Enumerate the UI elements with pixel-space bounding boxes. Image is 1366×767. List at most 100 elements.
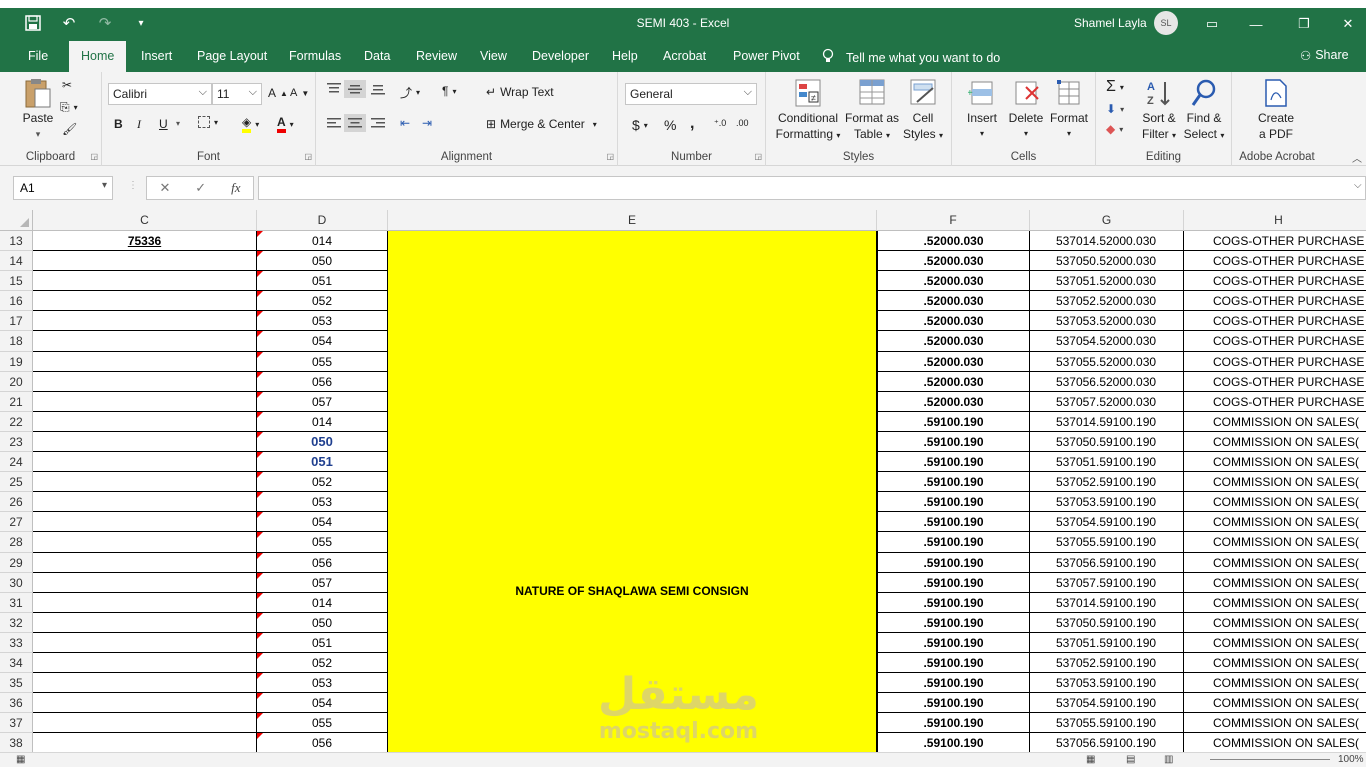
cell-f[interactable]: .59100.190 [877,492,1030,513]
row-header[interactable]: 28 [0,532,33,553]
cell-g[interactable]: 537056.52000.030 [1029,371,1184,392]
page-break-view-icon[interactable]: ▥ [1164,754,1173,765]
cell-d[interactable]: 014 [256,592,388,613]
row-header[interactable]: 36 [0,693,33,714]
tab-file[interactable]: File [28,49,48,63]
cell-d[interactable]: 055 [256,713,388,734]
row-header[interactable]: 22 [0,411,33,432]
format-cells-button[interactable]: Format ▾ [1046,78,1092,142]
cell-h[interactable]: COGS-OTHER PURCHASE [1183,251,1366,272]
name-box[interactable]: A1 ▾ [13,176,113,200]
cell-d[interactable]: 055 [256,351,388,372]
fill-color-icon[interactable]: ◈ ▾ [242,115,259,133]
cell-c[interactable] [33,251,257,272]
macro-record-icon[interactable]: ▦ [16,754,25,765]
decrease-decimal-icon[interactable]: .00 [736,118,749,128]
align-right-icon[interactable] [370,116,386,130]
cell-f[interactable]: .59100.190 [877,552,1030,573]
cell-d[interactable]: 053 [256,311,388,332]
cell-c[interactable] [33,331,257,352]
cell-h[interactable]: COMMISSION ON SALES( [1183,492,1366,513]
share-button[interactable]: ⚇ Share [1300,48,1349,63]
cell-f[interactable]: .59100.190 [877,572,1030,593]
cell-g[interactable]: 537054.59100.190 [1029,512,1184,533]
expand-formula-bar-icon[interactable]: ⌵ [1354,180,1362,191]
column-header-d[interactable]: D [257,210,388,231]
page-layout-view-icon[interactable]: ▤ [1126,754,1135,765]
row-header[interactable]: 24 [0,452,33,473]
tab-page-layout[interactable]: Page Layout [197,49,267,63]
increase-indent-icon[interactable]: ⇥ [422,116,432,130]
decrease-indent-icon[interactable]: ⇤ [400,116,410,130]
cell-c[interactable] [33,572,257,593]
cell-f[interactable]: .59100.190 [877,713,1030,734]
cell-c[interactable] [33,733,257,752]
cell-g[interactable]: 537014.52000.030 [1029,231,1184,252]
delete-cells-button[interactable]: Delete ▾ [1004,78,1048,142]
cell-d[interactable]: 053 [256,492,388,513]
number-format-select[interactable]: General ⌵ [625,83,757,105]
cell-h[interactable]: COMMISSION ON SALES( [1183,512,1366,533]
cell-g[interactable]: 537057.52000.030 [1029,391,1184,412]
cell-d[interactable]: 057 [256,391,388,412]
user-avatar[interactable]: SL [1154,11,1178,35]
fill-icon[interactable]: ⬇ ▾ [1106,102,1124,116]
cell-d[interactable]: 056 [256,552,388,573]
column-header-g[interactable]: G [1030,210,1184,231]
cell-f[interactable]: .59100.190 [877,431,1030,453]
cell-g[interactable]: 537052.59100.190 [1029,472,1184,493]
cell-g[interactable]: 537055.52000.030 [1029,351,1184,372]
cell-g[interactable]: 537051.52000.030 [1029,271,1184,292]
row-header[interactable]: 17 [0,311,33,332]
formula-input[interactable] [258,176,1366,200]
cell-d[interactable]: 052 [256,472,388,493]
create-pdf-button[interactable]: Create a PDF [1246,78,1306,142]
restore-icon[interactable]: ❐ [1292,12,1316,36]
font-launcher-icon[interactable]: ◲ [304,152,312,161]
ribbon-display-options-icon[interactable]: ▭ [1200,12,1224,36]
tab-formulas[interactable]: Formulas [289,49,341,63]
row-header[interactable]: 38 [0,733,33,752]
cell-f[interactable]: .59100.190 [877,612,1030,633]
row-header[interactable]: 16 [0,291,33,312]
row-header[interactable]: 23 [0,431,33,453]
cell-g[interactable]: 537053.59100.190 [1029,492,1184,513]
cell-c[interactable] [33,311,257,332]
zoom-level[interactable]: 100% [1338,754,1364,765]
format-painter-icon[interactable]: 🖌 [62,122,77,136]
cell-c[interactable] [33,632,257,653]
cell-f[interactable]: .52000.030 [877,231,1030,252]
enter-icon[interactable]: ✓ [195,180,206,196]
cell-c[interactable] [33,411,257,432]
row-header[interactable]: 29 [0,552,33,573]
worksheet-grid[interactable]: C D E F G H 13 75336 014.52000.030 537014.5… [0,210,1366,752]
row-header[interactable]: 31 [0,592,33,613]
cell-h[interactable]: COGS-OTHER PURCHASE [1183,271,1366,292]
cell-g[interactable]: 537053.52000.030 [1029,311,1184,332]
cell-g[interactable]: 537052.59100.190 [1029,652,1184,674]
cell-h[interactable]: COGS-OTHER PURCHASE [1183,372,1366,392]
font-size-select[interactable]: 11 ⌵ [212,83,262,105]
row-header[interactable]: 14 [0,251,33,272]
cell-g[interactable]: 537053.59100.190 [1029,673,1184,694]
cell-f[interactable]: .59100.190 [877,472,1030,493]
cell-h[interactable]: COMMISSION ON SALES( [1183,452,1366,473]
cell-f[interactable]: .59100.190 [877,733,1030,752]
row-header[interactable]: 25 [0,472,33,493]
tab-review[interactable]: Review [416,49,457,63]
tab-home[interactable]: Home [69,41,127,72]
increase-font-icon[interactable]: A ▲ [268,86,288,100]
row-header[interactable]: 26 [0,492,33,513]
cell-d[interactable]: 051 [256,452,388,473]
cell-h[interactable]: COMMISSION ON SALES( [1183,472,1366,493]
cell-c[interactable] [33,612,257,633]
cell-d[interactable]: 050 [256,431,388,453]
column-header-c[interactable]: C [33,210,257,231]
underline-button[interactable]: U [159,117,168,131]
cell-f[interactable]: .52000.030 [877,371,1030,392]
cell-f[interactable]: .59100.190 [877,652,1030,674]
cell-c[interactable] [33,492,257,513]
autosum-icon[interactable]: Σ ▾ [1106,78,1124,96]
cell-h[interactable]: COGS-OTHER PURCHASE [1183,231,1366,252]
save-icon[interactable] [22,12,44,34]
